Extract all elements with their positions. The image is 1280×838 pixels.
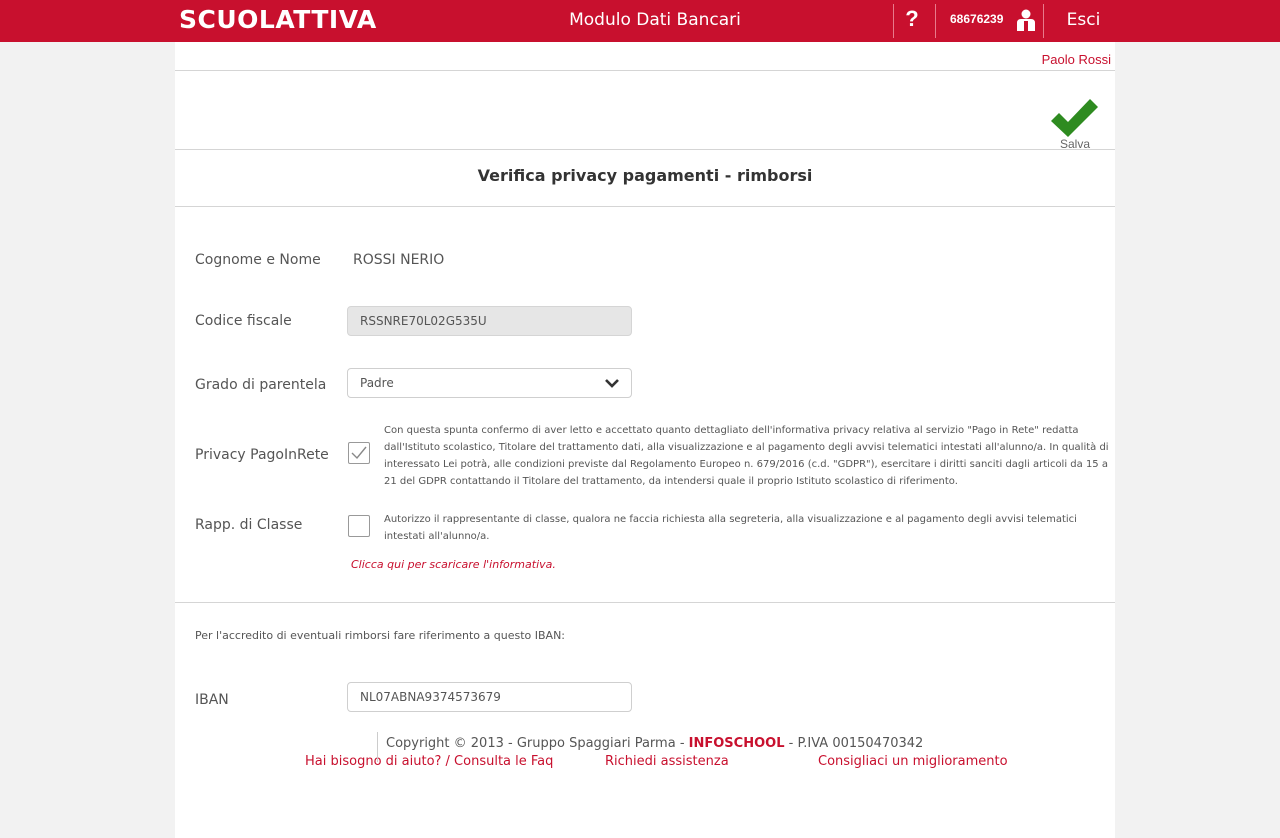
copyright-prefix: Copyright © 2013 - Gruppo Spaggiari Parm… [386,736,685,751]
relation-label: Grado di parentela [195,377,327,393]
chevron-down-icon [605,379,619,388]
app-title: Modulo Dati Bancari [569,10,741,30]
copyright-brand: INFOSCHOOL [688,736,785,751]
copyright-suffix: - P.IVA 00150470342 [788,736,924,751]
checkmark-icon [1051,99,1098,137]
class-rep-consent-text: Autorizzo il rappresentante di classe, q… [384,514,1077,542]
divider [175,70,1115,71]
header-divider [1043,4,1044,38]
relation-select[interactable]: Padre [347,368,632,398]
iban-note: Per l'accredito di eventuali rimborsi fa… [195,629,565,642]
privacy-consent-text: Con questa spunta confermo di aver letto… [384,425,1109,487]
save-button[interactable]: Salva [1045,97,1105,152]
copyright: Copyright © 2013 - Gruppo Spaggiari Parm… [377,732,923,762]
top-bar-inner: SCUOLATTIVA Modulo Dati Bancari ? 686762… [175,0,1115,42]
page-content: Paolo Rossi Salva Verifica privacy pagam… [175,42,1115,838]
header-divider [893,4,894,38]
name-value: ROSSI NERIO [353,252,445,268]
divider [175,149,1115,150]
username[interactable]: Paolo Rossi [1042,52,1111,67]
fiscal-code-label: Codice fiscale [195,313,292,329]
header-divider [935,4,936,38]
logout-button[interactable]: Esci [1056,10,1111,30]
logo[interactable]: SCUOLATTIVA [179,5,377,34]
iban-label: IBAN [195,692,229,708]
divider [175,206,1115,207]
name-label: Cognome e Nome [195,252,321,268]
help-button[interactable]: ? [900,3,924,37]
top-bar: SCUOLATTIVA Modulo Dati Bancari ? 686762… [0,0,1280,42]
check-icon [351,446,367,460]
class-rep-checkbox[interactable] [348,515,370,537]
user-code: 68676239 [950,12,1004,26]
download-privacy-link[interactable]: Clicca qui per scaricare l'informativa. [351,558,556,571]
class-rep-label: Rapp. di Classe [195,517,303,533]
divider [175,602,1115,603]
section-title: Verifica privacy pagamenti - rimborsi [477,166,813,185]
privacy-label: Privacy PagoInRete [195,447,329,463]
relation-select-value: Padre [360,376,394,390]
user-icon [1017,9,1035,31]
fiscal-code-field[interactable]: RSSNRE70L02G535U [347,306,632,336]
iban-field[interactable]: NL07ABNA9374573679 [347,682,632,712]
privacy-checkbox[interactable] [348,442,370,464]
